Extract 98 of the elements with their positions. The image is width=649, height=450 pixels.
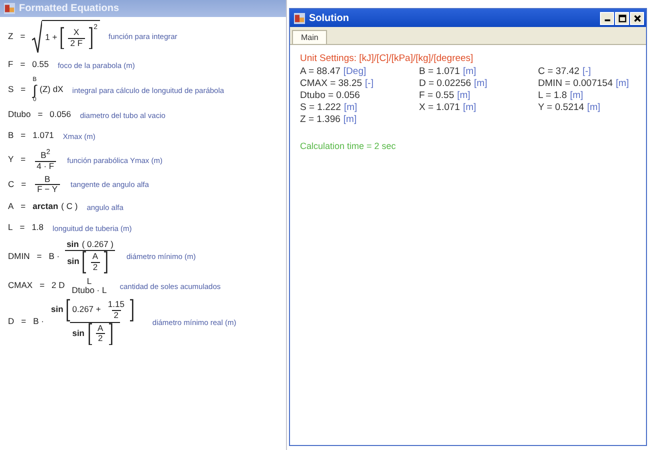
math-text: 1.8 [32, 223, 44, 234]
math-text: 2 [114, 310, 119, 321]
maximize-button[interactable] [615, 12, 629, 24]
result-value: CMAX = 38.25 [300, 78, 362, 89]
bracket-icon [130, 299, 134, 322]
result-value: D = 0.02256 [419, 78, 472, 89]
math-text: = [20, 32, 26, 42]
result-unit: [m] [570, 90, 584, 101]
math-text: CMAX [8, 281, 33, 292]
math-text: = [20, 131, 26, 142]
math-text: 2 [92, 262, 98, 273]
math-text: = [20, 202, 26, 212]
result-value: C = 37.42 [538, 66, 580, 77]
math-text: S [8, 85, 14, 96]
window-title: Formatted Equations [19, 3, 120, 14]
close-button[interactable] [630, 12, 644, 24]
math-text: (Z) dX [40, 85, 64, 96]
math-text: sin [67, 257, 80, 268]
minimize-button[interactable] [600, 12, 614, 24]
result-value: B = 1.071 [419, 66, 460, 77]
math-text: ( 0.267 ) [82, 240, 114, 250]
math-text: A [98, 324, 104, 334]
radical-icon [32, 20, 42, 54]
math-text: B · [33, 317, 44, 327]
math-text: L [86, 276, 92, 286]
math-text: arctan [32, 202, 58, 212]
math-text: ∫ [32, 83, 37, 98]
result-value: Z = 1.396 [300, 114, 340, 125]
bracket-icon [60, 26, 64, 50]
math-text: = [40, 281, 45, 292]
math-text: A [92, 252, 98, 262]
result-unit: [-] [365, 78, 374, 89]
math-text: X [74, 28, 80, 38]
window-title: Solution [309, 12, 350, 24]
math-text: = [20, 60, 26, 70]
calculation-time: Calculation time = 2 sec [300, 141, 397, 151]
math-text: ( C ) [61, 202, 78, 212]
math-text: C [8, 180, 14, 190]
math-text: F [8, 60, 14, 70]
result-unit: [-] [582, 66, 591, 77]
result-unit: [m] [616, 78, 629, 89]
math-text: sin [66, 240, 79, 250]
math-text: 2 [98, 334, 103, 344]
math-text: B [44, 174, 50, 184]
math-text: = [21, 317, 26, 327]
math-text: 2 F [70, 38, 83, 48]
math-text: = [20, 223, 25, 234]
math-text: L [8, 223, 13, 234]
tab[interactable]: Main [292, 30, 328, 44]
result-unit: [m] [587, 102, 600, 113]
result-value: S = 1.222 [300, 102, 341, 113]
bracket-icon [88, 26, 93, 50]
math-text: A [8, 202, 14, 212]
math-text: = [20, 85, 26, 96]
result-unit: [m] [474, 78, 488, 89]
result-unit: [m] [344, 102, 358, 113]
math-text: = [20, 155, 26, 165]
result-unit: [Deg] [343, 66, 366, 77]
close-icon [632, 14, 642, 22]
math-text: Y [8, 155, 14, 165]
result-value: X = 1.071 [419, 102, 460, 113]
math-text: = [21, 180, 26, 190]
result-value: F = 0.55 [419, 90, 454, 101]
math-text: B$^{2}$ [40, 148, 50, 161]
math-text: F − Y [37, 185, 58, 196]
result-unit: [m] [462, 102, 476, 113]
result-unit: [m] [343, 114, 357, 125]
math-text: Z [8, 32, 14, 42]
math-text: sin [50, 305, 64, 316]
math-text: 0.55 [32, 60, 49, 70]
math-text: D [8, 317, 14, 327]
math-text: B · [48, 252, 60, 262]
result-value: DMIN = 0.007154 [538, 78, 613, 89]
app-icon [294, 12, 305, 24]
bracket-icon [66, 299, 70, 322]
math-text: 1 + [45, 33, 58, 44]
result-value: A = 88.47 [300, 66, 340, 77]
math-text: = [36, 252, 42, 262]
math-text: sin [72, 328, 84, 339]
maximize-icon [618, 14, 626, 22]
math-text: 4 · F [36, 162, 54, 172]
math-text: 2 D [52, 281, 65, 292]
math-text: B [8, 131, 14, 142]
math-text: Dtubo · L [72, 286, 107, 296]
unit-settings: Unit Settings: [kJ]/[C]/[kPa]/[kg]/[degrees] [300, 53, 474, 64]
math-text: 0.056 [50, 110, 71, 120]
math-text: Dtubo [8, 110, 31, 120]
result-unit: [m] [462, 66, 476, 77]
math-text: 1.071 [32, 131, 54, 142]
result-value: Y = 0.5214 [538, 102, 584, 113]
result-value: Dtubo = 0.056 [300, 90, 360, 101]
math-text: = [38, 110, 43, 120]
result-unit: [m] [457, 90, 470, 101]
math-text: 1.15 [108, 300, 124, 310]
result-value: L = 1.8 [538, 90, 567, 101]
math-text: 0.267 + [72, 305, 101, 316]
app-icon [4, 3, 15, 14]
math-text: DMIN [8, 252, 30, 262]
